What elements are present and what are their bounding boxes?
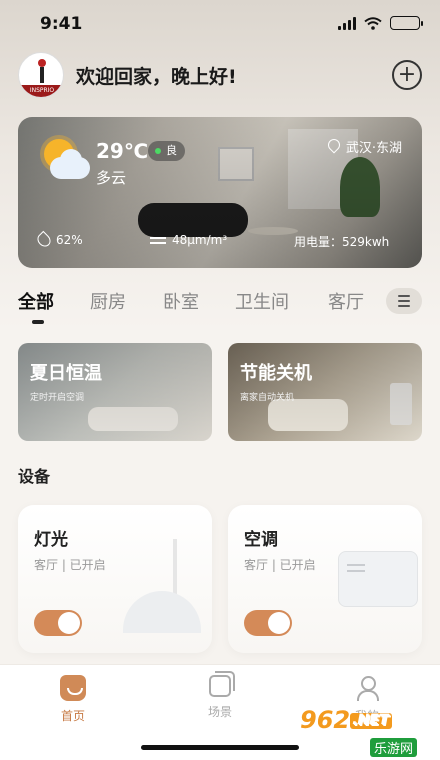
watermark-logo: 962 .NET 乐游网 [300, 706, 436, 757]
status-bar: 9:41 [0, 0, 440, 48]
tab-kitchen[interactable]: 厨房 [90, 288, 126, 314]
tabbar-scenes-label: 场景 [207, 705, 232, 719]
watermark-brand: 962 .NET [300, 706, 393, 734]
scene-subtitle: 定时开启空调 [30, 393, 85, 403]
tabbar-home-label: 首页 [60, 709, 85, 723]
device-toggle[interactable] [34, 610, 82, 636]
air-quality-label: 良 [166, 144, 177, 157]
scene-subtitle: 离家自动关机 [240, 393, 295, 403]
status-icons [338, 16, 423, 30]
tab-bedroom[interactable]: 卧室 [163, 288, 199, 314]
pm-stat: 48μm/m³ [150, 233, 227, 247]
device-card-light[interactable]: 灯光 客厅 | 已开启 [18, 505, 212, 653]
power-value: 用电量：529kwh [294, 235, 390, 249]
device-name: 灯光 [34, 530, 68, 550]
device-name: 空调 [244, 530, 278, 550]
scene-card-summer[interactable]: 夏日恒温 定时开启空调 [18, 343, 212, 441]
tabbar-home[interactable]: 首页 [43, 675, 103, 724]
plus-icon: + [397, 62, 417, 87]
add-button[interactable]: + [392, 60, 422, 90]
weather-condition: 多云 [96, 169, 127, 187]
tab-menu-button[interactable] [386, 288, 422, 314]
air-quality-badge: 良 [148, 141, 185, 161]
power-stat: 用电量：529kwh [294, 233, 389, 250]
tab-bathroom[interactable]: 卫生间 [235, 288, 289, 314]
tab-active-indicator [32, 320, 44, 324]
air-conditioner-icon [338, 551, 418, 607]
brand-band: INSPRIO [19, 85, 63, 97]
temperature: 29℃ [96, 139, 149, 163]
humidity-icon [34, 230, 54, 250]
devices-section-title: 设备 [18, 467, 51, 486]
weather-card[interactable]: 29℃ 良 多云 武汉·东湖 62% 48μm/m³ 用电量：529kwh [18, 117, 422, 268]
device-status: 客厅 | 已开启 [244, 558, 316, 572]
signal-icon [338, 16, 356, 30]
humidity-stat: 62% [34, 230, 83, 250]
partly-cloudy-icon [40, 137, 92, 185]
home-icon [60, 675, 86, 701]
device-toggle[interactable] [244, 610, 292, 636]
room-tabs: 全部 厨房 卧室 卫生间 客厅 [18, 288, 422, 328]
scene-title: 夏日恒温 [30, 363, 102, 384]
brand-logo-icon [38, 59, 46, 67]
scene-icon [209, 671, 235, 697]
tabbar-scenes[interactable]: 场景 [190, 671, 250, 720]
home-indicator [141, 745, 299, 750]
watermark-sub: 乐游网 [370, 738, 418, 757]
greeting-title: 欢迎回家，晚上好! [76, 66, 237, 88]
user-icon [354, 675, 380, 701]
location-pin-icon [328, 139, 340, 155]
status-time: 9:41 [40, 14, 83, 34]
pm-icon [150, 234, 166, 246]
brand-logo-stem [40, 67, 44, 83]
device-status: 客厅 | 已开启 [34, 558, 106, 572]
scene-title: 节能关机 [240, 363, 312, 384]
scene-card-energy[interactable]: 节能关机 离家自动关机 [228, 343, 422, 441]
pm-value: 48μm/m³ [172, 233, 228, 247]
wifi-icon [364, 16, 382, 30]
avatar[interactable]: INSPRIO [18, 52, 64, 98]
humidity-value: 62% [56, 233, 83, 247]
device-card-ac[interactable]: 空调 客厅 | 已开启 [228, 505, 422, 653]
battery-icon [390, 16, 423, 30]
tab-all[interactable]: 全部 [18, 288, 54, 314]
location[interactable]: 武汉·东湖 [328, 137, 402, 156]
location-label: 武汉·东湖 [345, 141, 402, 156]
lamp-icon [118, 539, 208, 649]
tab-living-room[interactable]: 客厅 [328, 288, 364, 314]
